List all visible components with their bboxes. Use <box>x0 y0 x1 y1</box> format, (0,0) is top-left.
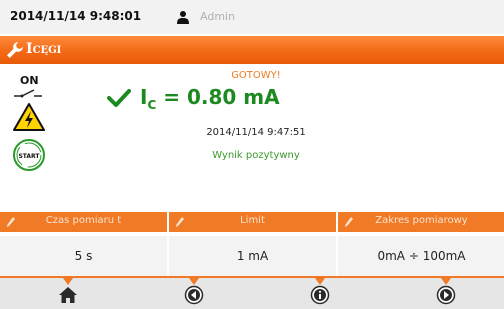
param-limit[interactable]: Limit 1 mA <box>169 212 336 276</box>
param-value: 5 s <box>0 236 167 276</box>
param-measurement-range[interactable]: Zakres pomiarowy 0mA ÷ 100mA <box>338 212 504 276</box>
status-bar: 2014/11/14 9:48:01 Admin <box>0 0 504 34</box>
info-icon[interactable] <box>310 285 330 305</box>
back-icon[interactable] <box>184 285 204 305</box>
wrench-icon <box>7 42 23 58</box>
param-label: Limit <box>240 215 265 226</box>
switch-icon <box>14 89 42 98</box>
title-suffix: CĘGI <box>32 45 62 56</box>
param-value: 1 mA <box>169 236 336 276</box>
measurement-timestamp: 2014/11/14 9:47:51 <box>206 127 306 138</box>
start-button[interactable]: START <box>12 138 46 172</box>
param-header: Czas pomiaru t <box>0 212 167 232</box>
param-header: Limit <box>169 212 336 232</box>
parameters-row: Czas pomiaru t 5 s Limit 1 mA Zakres pom… <box>0 212 504 276</box>
nav-accent-line <box>0 276 504 278</box>
user-icon <box>177 11 189 24</box>
start-label: START <box>18 153 40 160</box>
title-bar: ICĘGI <box>0 36 504 64</box>
param-measurement-time[interactable]: Czas pomiaru t 5 s <box>0 212 167 276</box>
param-header: Zakres pomiarowy <box>338 212 504 232</box>
verdict-text: Wynik pozytywny <box>212 150 300 161</box>
current-datetime: 2014/11/14 9:48:01 <box>10 9 142 23</box>
param-label: Czas pomiaru t <box>45 215 122 226</box>
user-name[interactable]: Admin <box>200 10 235 23</box>
param-value: 0mA ÷ 100mA <box>338 236 504 276</box>
bottom-nav <box>0 276 504 309</box>
high-voltage-warning-icon <box>13 103 45 131</box>
state-label: ON <box>20 74 39 87</box>
forward-icon[interactable] <box>436 285 456 305</box>
nav-pointer <box>189 278 199 285</box>
screen-title: ICĘGI <box>26 41 61 57</box>
nav-pointer <box>441 278 451 285</box>
nav-pointer <box>315 278 325 285</box>
measurement-reading: = 0.80 mA <box>156 85 280 109</box>
status-text: GOTOWY! <box>231 70 281 81</box>
checkmark-icon <box>107 89 131 107</box>
nav-pointer <box>63 278 73 285</box>
measurement-subscript: C <box>147 98 157 112</box>
measurement-panel: ON START GOTOWY! IC = 0.80 mA 2014/11/14… <box>0 64 504 212</box>
home-icon[interactable] <box>58 285 78 305</box>
measurement-value: IC = 0.80 mA <box>140 85 370 112</box>
param-label: Zakres pomiarowy <box>375 215 468 226</box>
